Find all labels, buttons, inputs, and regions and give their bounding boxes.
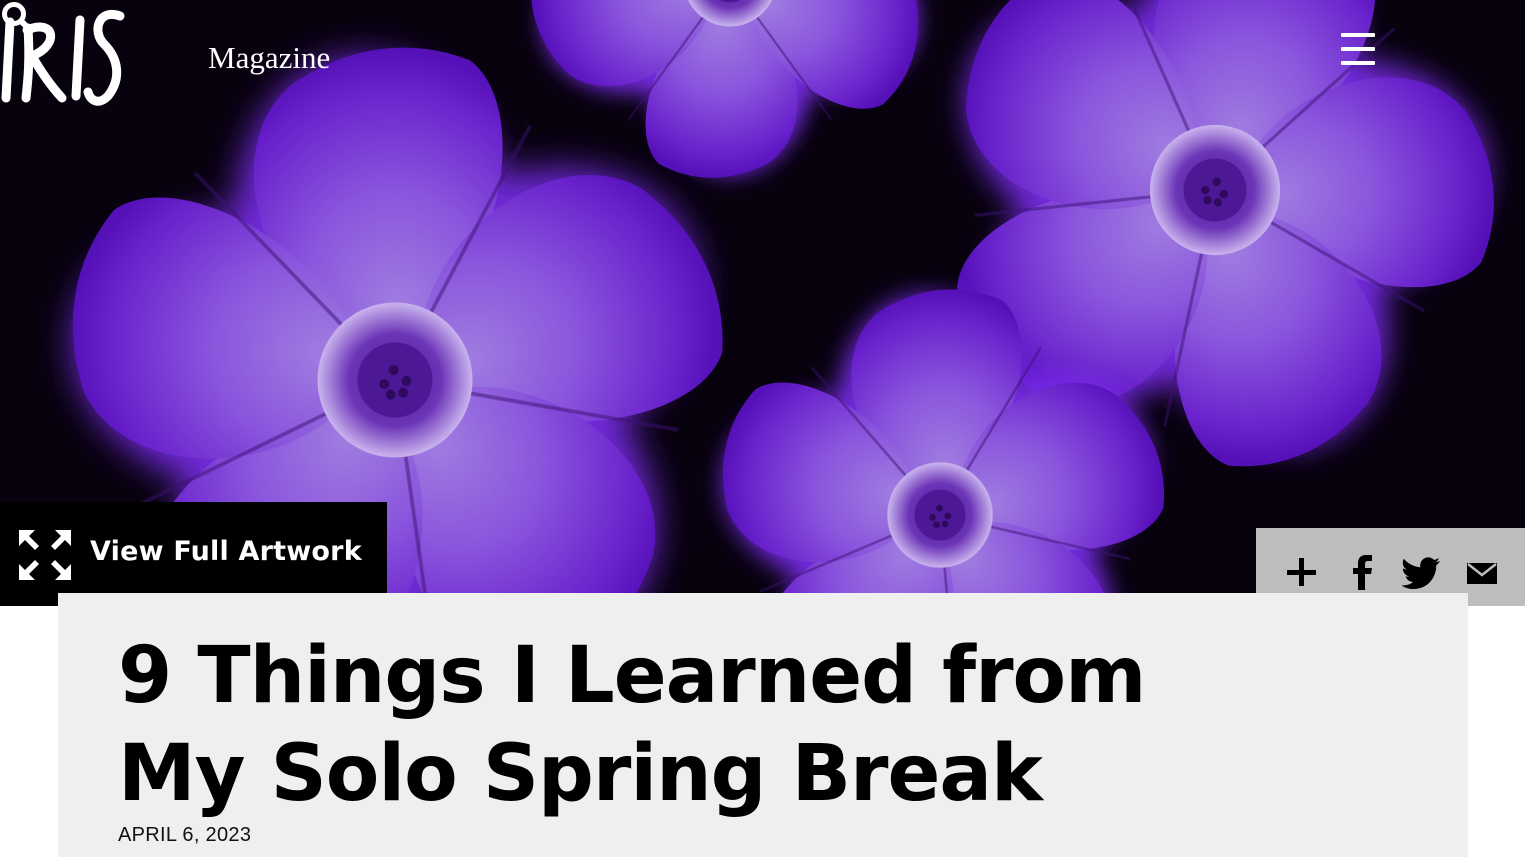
view-full-artwork-label: View Full Artwork (90, 536, 362, 567)
expand-arrows-icon (19, 530, 71, 580)
plus-icon[interactable] (1283, 552, 1319, 592)
magazine-label[interactable]: Magazine (208, 40, 330, 76)
twitter-icon[interactable] (1402, 552, 1442, 592)
facebook-icon[interactable] (1344, 552, 1380, 592)
search-icon[interactable] (0, 0, 34, 34)
view-full-artwork-button[interactable]: View Full Artwork (0, 502, 387, 606)
email-icon[interactable] (1464, 552, 1500, 592)
article-date: APRIL 6, 2023 (118, 824, 252, 846)
hamburger-menu-icon[interactable] (1339, 32, 1377, 68)
article-title: 9 Things I Learned from My Solo Spring B… (118, 631, 1146, 819)
article-header-card: 9 Things I Learned from My Solo Spring B… (58, 593, 1468, 857)
